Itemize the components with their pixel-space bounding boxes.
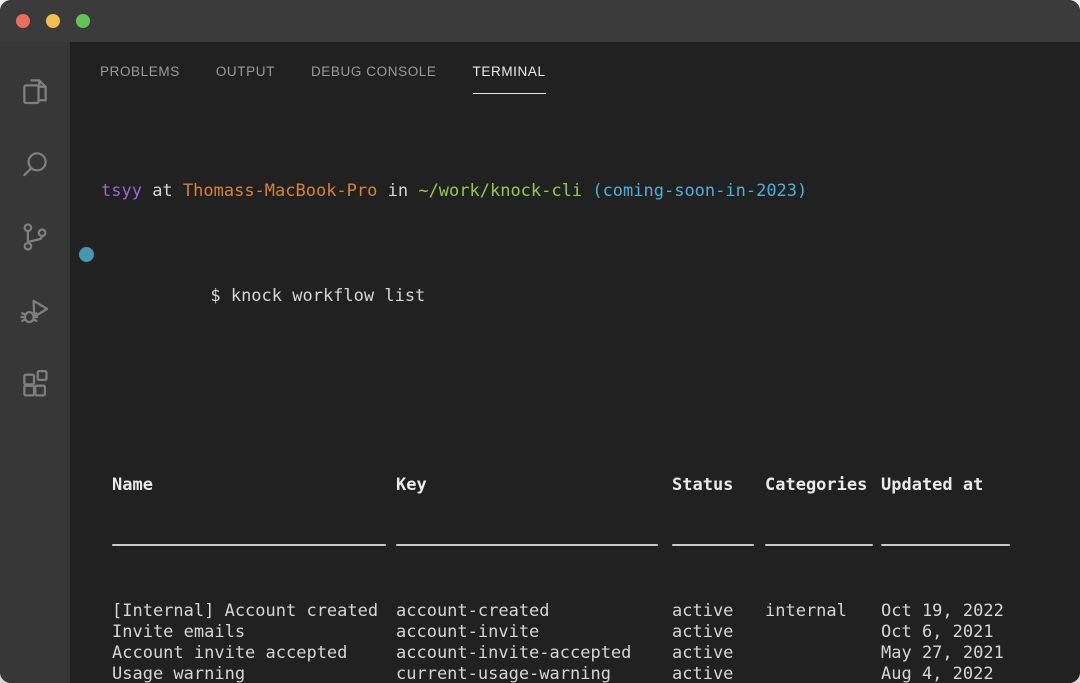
table-cell [765,622,881,643]
table-cell: account-invite [396,622,672,643]
table-cell: active [672,643,765,664]
table-row: Account invite acceptedaccount-invite-ac… [112,643,1080,664]
terminal[interactable]: tsyy at Thomass-MacBook-Pro in ~/work/kn… [70,100,1080,683]
sidebar-item-extensions[interactable] [0,349,70,422]
sidebar-item-explorer[interactable] [0,57,70,130]
table-cell: Aug 4, 2022 [881,664,1010,683]
prompt-segment: ~/work/knock-cli [418,181,582,201]
column-underline [112,544,386,546]
table-body: [Internal] Account createdaccount-create… [112,601,1080,683]
column-header: Name [112,475,396,496]
files-icon [18,74,52,113]
table-header-row: NameKeyStatusCategoriesUpdated at [112,475,1080,496]
table-cell: account-created [396,601,672,622]
table-cell: current-usage-warning [396,664,672,683]
command-text: $ knock workflow list [210,286,425,306]
table-cell: active [672,622,765,643]
app-window: PROBLEMS OUTPUT DEBUG CONSOLE TERMINAL tsyy… [0,0,1080,683]
table-cell: active [672,664,765,683]
table-row: Invite emailsaccount-inviteactive Oct 6, … [112,622,1080,643]
activity-bar [0,42,70,683]
app-body: PROBLEMS OUTPUT DEBUG CONSOLE TERMINAL tsyy… [0,42,1080,683]
tab-label: TERMINAL [473,64,546,79]
table-cell: May 27, 2021 [881,643,1010,664]
command-line: $ knock workflow list [108,244,1080,328]
table-cell: account-invite-accepted [396,643,672,664]
panel: PROBLEMS OUTPUT DEBUG CONSOLE TERMINAL tsyy… [70,42,1080,683]
table-row: [Internal] Account createdaccount-create… [112,601,1080,622]
close-window-button[interactable] [16,14,30,28]
source-control-icon [18,220,52,259]
column-header: Categories [765,475,881,496]
table-cell: Oct 19, 2022 [881,601,1010,622]
command-mark-icon [79,247,94,262]
tab-label: DEBUG CONSOLE [311,64,437,79]
extensions-icon [18,366,52,405]
column-underline [672,544,754,546]
column-header: Key [396,475,672,496]
tab-problems[interactable]: PROBLEMS [100,42,180,100]
prompt-segment: in [377,181,418,201]
shell-prompt-line: tsyy at Thomass-MacBook-Pro in ~/work/kn… [101,181,1080,202]
table-cell: Account invite accepted [112,643,396,664]
tab-terminal[interactable]: TERMINAL [473,42,546,100]
prompt-segment: tsyy [101,181,142,201]
run-and-debug-icon [18,293,52,332]
sidebar-item-run-and-debug[interactable] [0,276,70,349]
table-cell: Invite emails [112,622,396,643]
sidebar-item-source-control[interactable] [0,203,70,276]
column-underline [765,544,873,546]
zoom-window-button[interactable] [76,14,90,28]
prompt-segment: at [142,181,183,201]
table-row: Usage warningcurrent-usage-warningactive… [112,664,1080,683]
table-cell: internal [765,601,881,622]
minimize-window-button[interactable] [46,14,60,28]
table-cell: Oct 6, 2021 [881,622,1010,643]
tab-label: PROBLEMS [100,64,180,79]
table-cell [765,664,881,683]
search-icon [18,147,52,186]
table-cell: [Internal] Account created [112,601,396,622]
column-header: Updated at [881,475,1010,496]
sidebar-item-search[interactable] [0,130,70,203]
column-header: Status [672,475,765,496]
workflow-table: NameKeyStatusCategoriesUpdated at [Inter… [112,433,1080,683]
table-cell: active [672,601,765,622]
panel-tabbar: PROBLEMS OUTPUT DEBUG CONSOLE TERMINAL [70,42,1080,100]
prompt-segment: Thomass-MacBook-Pro [183,181,377,201]
column-underline [396,544,658,546]
table-cell: Usage warning [112,664,396,683]
tab-label: OUTPUT [216,64,275,79]
column-underline [881,544,1010,546]
prompt-segment: (coming-soon-in-2023) [582,181,807,201]
table-header-underline [112,538,1080,559]
titlebar[interactable] [0,0,1080,42]
tab-output[interactable]: OUTPUT [216,42,275,100]
tab-debug-console[interactable]: DEBUG CONSOLE [311,42,437,100]
table-cell [765,643,881,664]
